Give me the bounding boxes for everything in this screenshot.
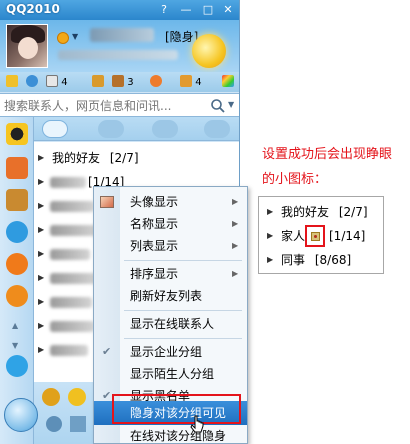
- search-icon[interactable]: [210, 98, 226, 114]
- online-status-icon[interactable]: [57, 32, 69, 44]
- example-group-list: ▶ 我的好友 [2/7] ▶ 家人 [1/14] ▶ 同事 [8/68]: [258, 196, 384, 274]
- weather-sun-icon[interactable]: [192, 34, 226, 68]
- tab-qzone-icon[interactable]: [152, 120, 178, 138]
- submenu-arrow-icon: ▶: [232, 269, 239, 278]
- mail-icon[interactable]: 4: [46, 75, 68, 89]
- group-row-my-friends[interactable]: ▶ 我的好友 [2/7]: [34, 146, 239, 170]
- maximize-icon[interactable]: □: [200, 2, 216, 17]
- menu-item-refresh-friends[interactable]: 刷新好友列表: [94, 285, 247, 307]
- close-icon[interactable]: ✕: [220, 2, 236, 17]
- menu-item-avatar-display[interactable]: 头像显示 ▶: [94, 191, 247, 213]
- qzone-icon[interactable]: [26, 75, 38, 89]
- menu-item-sort-display[interactable]: 排序显示 ▶: [94, 263, 247, 285]
- shop-icon[interactable]: [92, 75, 104, 89]
- chevron-right-icon: ▶: [38, 345, 45, 354]
- highlight-annotation-box: [305, 225, 325, 247]
- submenu-arrow-icon: ▶: [232, 241, 239, 250]
- group-name: 我的好友: [52, 151, 101, 165]
- wallet-count: 3: [127, 77, 134, 88]
- toolbar: 4 3 4: [0, 72, 239, 92]
- chevron-right-icon: ▶: [267, 255, 274, 264]
- annotation-line: 设置成功后会出现睁眼: [262, 147, 393, 162]
- avatar[interactable]: [6, 24, 48, 68]
- ie-browser-icon[interactable]: [6, 221, 28, 243]
- mouse-cursor-icon: [190, 415, 204, 433]
- menu-separator: [124, 338, 242, 339]
- submenu-arrow-icon: ▶: [232, 219, 239, 228]
- menu-separator: [124, 260, 242, 261]
- mail-count: 4: [61, 77, 68, 88]
- chevron-right-icon: ▶: [38, 273, 45, 282]
- notebook-app-icon[interactable]: [6, 189, 28, 211]
- chevron-right-icon: ▶: [267, 231, 274, 240]
- tab-groups-icon[interactable]: [98, 120, 124, 138]
- star-icon[interactable]: [6, 75, 18, 89]
- tab-recent-icon[interactable]: [204, 120, 230, 138]
- wallet-icon[interactable]: 3: [112, 75, 134, 89]
- check-icon: ✔: [102, 345, 112, 358]
- app-box-icon[interactable]: [222, 75, 234, 89]
- scroll-up-icon[interactable]: ▲: [12, 321, 18, 330]
- group-count: [2/7]: [109, 151, 139, 165]
- open-eye-icon: [311, 232, 320, 241]
- pet-icon[interactable]: [150, 75, 162, 89]
- example-row: ▶ 家人 [1/14]: [259, 224, 383, 248]
- menu-item-show-online[interactable]: 显示在线联系人: [94, 313, 247, 335]
- message-box-icon[interactable]: 4: [180, 75, 202, 89]
- chevron-right-icon: ▶: [38, 249, 45, 258]
- pai-app-icon[interactable]: [6, 253, 28, 275]
- group-name-blurred: [50, 177, 86, 188]
- menu-item-name-display[interactable]: 名称显示 ▶: [94, 213, 247, 235]
- annotation-line: 的小图标：: [262, 172, 328, 187]
- qq-start-button[interactable]: [4, 398, 38, 432]
- menu-item-list-display[interactable]: 列表显示 ▶: [94, 235, 247, 257]
- music-icon[interactable]: [42, 388, 60, 406]
- chevron-down-icon[interactable]: ▼: [228, 100, 234, 109]
- weather-icon[interactable]: [68, 388, 86, 406]
- chevron-right-icon: ▶: [38, 225, 45, 234]
- message-count: 4: [195, 77, 202, 88]
- coin-app-icon[interactable]: [6, 285, 28, 307]
- tab-contacts-icon[interactable]: [42, 120, 68, 138]
- app-sidebar: ▲ ▼: [0, 117, 34, 444]
- annotation-note: 设置成功后会出现睁眼 的小图标：: [262, 142, 402, 192]
- volume-icon[interactable]: [70, 416, 86, 432]
- avatar-display-icon: [100, 196, 114, 208]
- scroll-down-icon[interactable]: ▼: [12, 341, 18, 350]
- submenu-arrow-icon: ▶: [232, 197, 239, 206]
- shop-app-icon[interactable]: [6, 157, 28, 179]
- chevron-right-icon: ▶: [38, 177, 45, 186]
- chevron-right-icon: ▶: [38, 153, 45, 162]
- menu-item-show-enterprise-group[interactable]: ✔ 显示企业分组: [94, 341, 247, 363]
- example-row: ▶ 我的好友 [2/7]: [259, 200, 383, 224]
- help-icon[interactable]: ?: [156, 2, 172, 17]
- chevron-right-icon: ▶: [267, 207, 274, 216]
- menu-item-show-stranger-group[interactable]: 显示陌生人分组: [94, 363, 247, 385]
- chevron-down-icon[interactable]: ▼: [72, 32, 78, 41]
- nickname-blurred: [90, 28, 154, 42]
- add-app-icon[interactable]: [6, 355, 28, 377]
- signature-blurred[interactable]: [58, 50, 178, 60]
- contact-tabs: [34, 117, 239, 141]
- chevron-right-icon: ▶: [38, 321, 45, 330]
- menu-item-online-invisible-to-group[interactable]: 在线对该分组隐身: [94, 425, 247, 444]
- chevron-right-icon: ▶: [38, 201, 45, 210]
- profile-panel: ▼ [隐身]: [0, 20, 239, 72]
- minimize-icon[interactable]: —: [178, 2, 194, 17]
- menu-separator: [124, 310, 242, 311]
- chevron-right-icon: ▶: [38, 297, 45, 306]
- gear-icon[interactable]: [46, 416, 62, 432]
- title-bar: QQ2010 ? — □ ✕: [0, 0, 239, 20]
- search-bar: ▼: [0, 93, 239, 117]
- example-row: ▶ 同事 [8/68]: [259, 248, 383, 272]
- search-input[interactable]: [4, 98, 204, 114]
- highlight-annotation-box: [112, 394, 241, 424]
- app-title: QQ2010: [6, 2, 60, 16]
- qq-penguin-icon[interactable]: [6, 123, 28, 145]
